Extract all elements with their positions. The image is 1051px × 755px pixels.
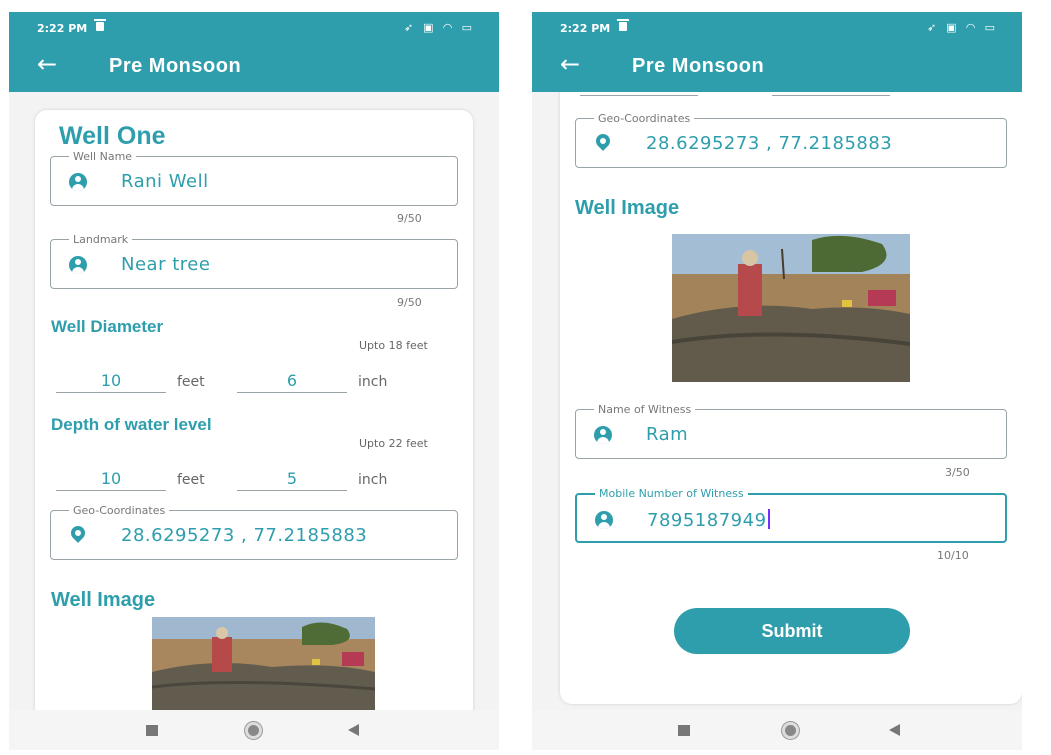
back-arrow-icon[interactable]: ←	[37, 52, 57, 76]
depth-feet-unit: feet	[177, 472, 205, 488]
landmark-counter: 9/50	[397, 296, 422, 309]
well-diameter-hint: Upto 18 feet	[359, 339, 428, 352]
depth-inch-input[interactable]: 5	[237, 469, 347, 491]
page-title: Pre Monsoon	[632, 55, 765, 77]
well-photo[interactable]	[672, 234, 910, 382]
witness-name-value: Ram	[646, 424, 689, 445]
person-icon	[69, 256, 87, 274]
back-triangle-icon[interactable]	[348, 724, 359, 736]
well-diameter-heading: Well Diameter	[51, 317, 164, 336]
card-title: Well One	[59, 122, 166, 150]
left-phone-screen: 2:22 PM ➶ ▣ ◠ ▭ ← Pre Monsoon Well One W…	[9, 12, 499, 750]
form-scroll-area[interactable]: Well One Well Name Rani Well 9/50 Landma…	[9, 92, 499, 710]
home-circle-icon[interactable]	[245, 722, 262, 739]
status-time: 2:22 PM	[37, 22, 88, 35]
trash-icon	[617, 19, 629, 31]
diameter-input-stub	[580, 92, 698, 96]
landmark-value: Near tree	[121, 254, 211, 275]
location-pin-icon	[68, 523, 88, 543]
depth-input-stub	[772, 92, 890, 96]
location-pin-icon	[593, 131, 613, 151]
home-circle-icon[interactable]	[782, 722, 799, 739]
depth-hint: Upto 22 feet	[359, 437, 428, 450]
depth-heading: Depth of water level	[51, 415, 212, 434]
well-name-field[interactable]: Well Name Rani Well	[50, 150, 458, 206]
well-name-value: Rani Well	[121, 171, 209, 192]
person-icon	[595, 511, 613, 529]
trash-icon	[94, 19, 106, 31]
submit-button[interactable]: Submit	[674, 608, 910, 654]
well-image-heading: Well Image	[575, 197, 680, 219]
well-name-counter: 9/50	[397, 212, 422, 225]
depth-feet-input[interactable]: 10	[56, 469, 166, 491]
back-arrow-icon[interactable]: ←	[560, 52, 580, 76]
text-cursor	[767, 509, 770, 529]
landmark-label: Landmark	[69, 233, 133, 246]
diameter-inch-unit: inch	[358, 374, 388, 390]
diameter-feet-input[interactable]: 10	[56, 371, 166, 393]
geo-coordinates-label: Geo-Coordinates	[69, 504, 170, 517]
back-triangle-icon[interactable]	[889, 724, 900, 736]
page-title: Pre Monsoon	[109, 55, 242, 77]
well-photo[interactable]	[152, 617, 375, 710]
witness-name-counter: 3/50	[945, 466, 970, 479]
geo-coordinates-label: Geo-Coordinates	[594, 112, 695, 125]
diameter-inch-input[interactable]: 6	[237, 371, 347, 393]
person-icon	[594, 426, 612, 444]
status-bar: 2:22 PM ➶ ▣ ◠ ▭	[532, 12, 1022, 42]
geo-coordinates-value: 28.6295273 , 77.2185883	[646, 133, 893, 154]
person-icon	[69, 173, 87, 191]
geo-coordinates-field[interactable]: Geo-Coordinates 28.6295273 , 77.2185883	[50, 504, 458, 560]
diameter-feet-unit: feet	[177, 374, 205, 390]
system-status-icons: ➶ ▣ ◠ ▭	[404, 21, 475, 34]
well-image-heading: Well Image	[51, 589, 156, 611]
system-nav-bar	[532, 710, 1022, 750]
app-bar: ← Pre Monsoon	[9, 42, 499, 92]
witness-name-label: Name of Witness	[594, 403, 696, 416]
form-scroll-area[interactable]: Geo-Coordinates 28.6295273 , 77.2185883 …	[532, 92, 1022, 710]
witness-name-field[interactable]: Name of Witness Ram	[575, 403, 1007, 459]
witness-mobile-value: 7895187949	[647, 509, 770, 531]
witness-mobile-counter: 10/10	[937, 549, 969, 562]
witness-mobile-field[interactable]: Mobile Number of Witness 7895187949	[575, 487, 1007, 543]
landmark-field[interactable]: Landmark Near tree	[50, 233, 458, 289]
system-status-icons: ➶ ▣ ◠ ▭	[927, 21, 998, 34]
status-time: 2:22 PM	[560, 22, 611, 35]
right-phone-screen: 2:22 PM ➶ ▣ ◠ ▭ ← Pre Monsoon Geo-Coordi…	[532, 12, 1022, 750]
recents-square-icon[interactable]	[146, 725, 158, 736]
geo-coordinates-field[interactable]: Geo-Coordinates 28.6295273 , 77.2185883	[575, 112, 1007, 168]
well-name-label: Well Name	[69, 150, 137, 163]
witness-mobile-text: 7895187949	[647, 510, 767, 531]
witness-mobile-label: Mobile Number of Witness	[595, 487, 748, 500]
depth-inch-unit: inch	[358, 472, 388, 488]
status-bar: 2:22 PM ➶ ▣ ◠ ▭	[9, 12, 499, 42]
app-bar: ← Pre Monsoon	[532, 42, 1022, 92]
geo-coordinates-value: 28.6295273 , 77.2185883	[121, 525, 368, 546]
system-nav-bar	[9, 710, 499, 750]
recents-square-icon[interactable]	[678, 725, 690, 736]
